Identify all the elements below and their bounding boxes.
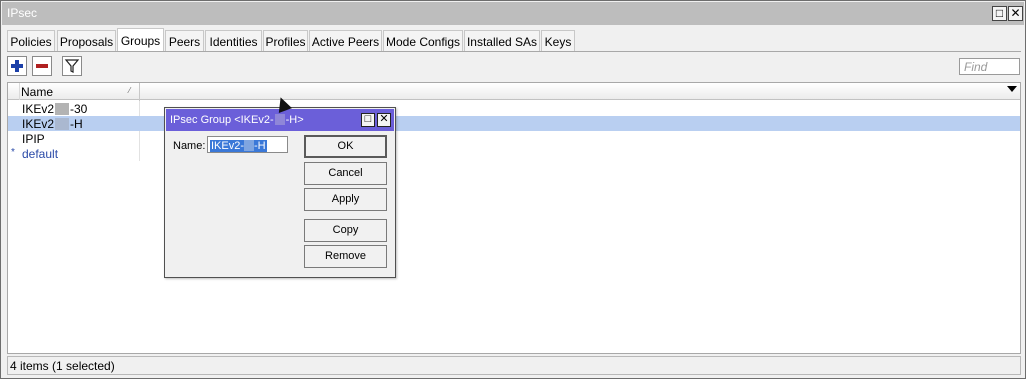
table-row[interactable]: IKEv2 -30 (8, 101, 1020, 116)
row-divider (139, 146, 140, 161)
tab-profiles[interactable]: Profiles (263, 30, 308, 52)
name-label: Name: (173, 140, 206, 152)
copy-button[interactable]: Copy (304, 219, 387, 242)
ok-button[interactable]: OK (304, 135, 387, 158)
remove-button[interactable] (32, 56, 52, 76)
row-divider (139, 101, 140, 116)
table-row-selected[interactable]: IKEv2 -H (8, 116, 1020, 131)
redacted-block (274, 114, 285, 125)
row-flag: * (11, 147, 15, 158)
apply-button[interactable]: Apply (304, 188, 387, 211)
tab-mode-configs[interactable]: Mode Configs (383, 30, 463, 52)
tab-active-peers[interactable]: Active Peers (309, 30, 382, 52)
tab-groups[interactable]: Groups (117, 28, 164, 52)
tab-proposals[interactable]: Proposals (57, 30, 116, 52)
filter-button[interactable] (62, 56, 82, 76)
tab-identities[interactable]: Identities (205, 30, 262, 52)
redacted-block (244, 140, 255, 151)
plus-icon (11, 60, 23, 72)
close-icon[interactable]: ✕ (377, 113, 391, 127)
redacted-block (55, 118, 70, 130)
filter-icon (64, 59, 80, 73)
ipsec-group-dialog: IPsec Group <IKEv2- -H> □ ✕ Name: IKEv2- -… (164, 107, 396, 278)
tab-peers[interactable]: Peers (165, 30, 204, 52)
row-name: default (22, 147, 59, 161)
row-name: IPIP (22, 132, 45, 146)
add-button[interactable] (7, 56, 27, 76)
column-divider[interactable] (139, 83, 140, 101)
cancel-button[interactable]: Cancel (304, 162, 387, 185)
window-title: IPsec (7, 6, 38, 20)
restore-icon[interactable]: □ (992, 6, 1007, 21)
table-header: Name ⁄ (8, 83, 1020, 101)
tab-policies[interactable]: Policies (7, 30, 55, 52)
groups-table: Name ⁄ IKEv2 -30 IKEv2 -H IPIP * default (7, 82, 1021, 354)
name-field[interactable]: IKEv2- -H (207, 136, 288, 153)
row-divider (139, 131, 140, 146)
row-name: IKEv2 -30 (22, 102, 88, 116)
row-name: IKEv2 -H (22, 117, 83, 131)
status-text: 4 items (1 selected) (10, 359, 115, 373)
name-field-value: IKEv2- -H (210, 140, 267, 152)
column-divider (19, 83, 20, 100)
redacted-block (55, 103, 70, 115)
tab-installed-sas[interactable]: Installed SAs (464, 30, 540, 52)
column-menu-icon[interactable] (1007, 86, 1017, 92)
maximize-icon[interactable]: □ (361, 113, 375, 127)
status-bar: 4 items (1 selected) (7, 356, 1021, 375)
table-row[interactable]: * default (8, 146, 1020, 161)
table-row[interactable]: IPIP (8, 131, 1020, 146)
sort-indicator-icon: ⁄ (129, 86, 131, 95)
column-header-name[interactable]: Name (21, 85, 53, 99)
tab-divider (7, 51, 1021, 52)
search-input[interactable]: Find (959, 58, 1020, 75)
dialog-title: IPsec Group <IKEv2- -H> (170, 114, 304, 126)
tab-keys[interactable]: Keys (541, 30, 575, 52)
remove-button[interactable]: Remove (304, 245, 387, 268)
ipsec-window: IPsec □ ✕ Policies Proposals Groups Peer… (0, 0, 1026, 379)
minus-icon (36, 64, 48, 68)
window-titlebar[interactable]: IPsec □ ✕ (2, 2, 1024, 25)
close-icon[interactable]: ✕ (1008, 6, 1023, 21)
